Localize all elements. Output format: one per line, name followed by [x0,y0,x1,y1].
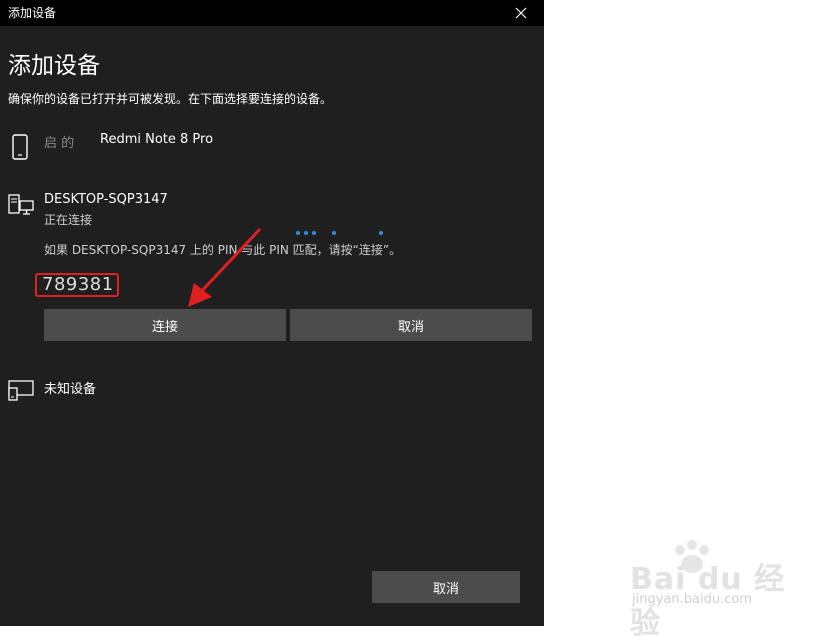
device-name-prefix: 启 的 [44,136,75,151]
window-title: 添加设备 [8,6,57,20]
device-name: 未知设备 [44,382,97,397]
footer-cancel-button[interactable]: 取消 [372,571,520,603]
cancel-pairing-button[interactable]: 取消 [290,309,532,341]
add-device-dialog: 添加设备 添加设备 确保你的设备已打开并可被发现。在下面选择要连接的设备。 启 … [0,0,544,626]
progress-dots [296,231,386,237]
device-name: DESKTOP-SQP3147 [44,192,168,207]
footer-cancel-button-label: 取消 [432,581,459,597]
annotation-arrow-icon [188,227,262,307]
progress-dot [332,231,336,235]
close-icon [515,7,527,19]
watermark-logo: Bai du 经验 jingyan.baidu.com [624,540,794,641]
progress-dot [304,231,308,235]
instruction-text: 确保你的设备已打开并可被发现。在下面选择要连接的设备。 [8,92,333,106]
display-device-icon [8,380,34,401]
device-name: Redmi Note 8 Pro [100,132,214,147]
progress-dot [296,231,300,235]
progress-dot [312,231,316,235]
cancel-pairing-button-label: 取消 [397,319,424,335]
watermark-sub: jingyan.baidu.com [632,592,752,607]
connect-button-label: 连接 [151,319,178,335]
close-button[interactable] [508,0,534,26]
page-title: 添加设备 [8,53,100,79]
pin-code: 789381 [42,274,114,295]
connection-status: 正在连接 [44,213,93,227]
phone-icon [12,134,28,160]
progress-dot [379,231,383,235]
computer-icon [8,194,34,215]
title-bar: 添加设备 [0,0,544,26]
